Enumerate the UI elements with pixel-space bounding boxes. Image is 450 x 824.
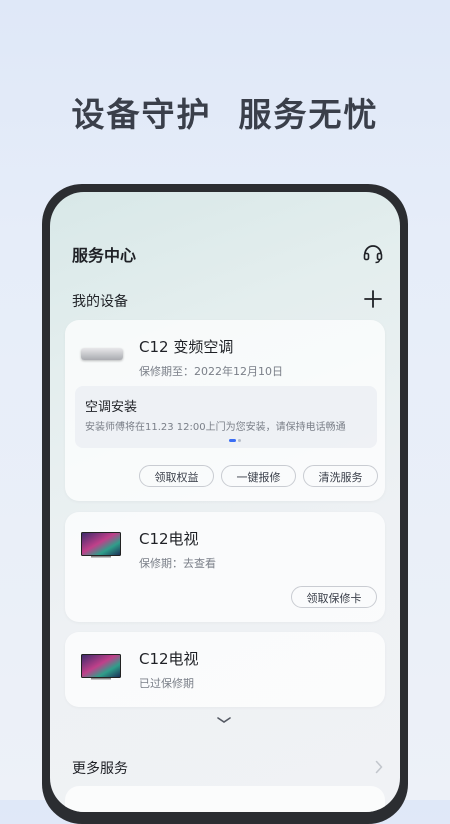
device-warranty: 保修期至：2022年12月10日: [139, 365, 283, 378]
headset-icon[interactable]: [362, 242, 384, 264]
air-conditioner-icon: [81, 348, 123, 360]
device-card-ac[interactable]: C12 变频空调 保修期至：2022年12月10日 空调安装 安装师傅将在11.…: [65, 320, 385, 501]
device-warranty: 已过保修期: [139, 677, 194, 690]
device-name: C12 变频空调: [139, 338, 234, 356]
device-card-tv[interactable]: C12电视 保修期：去查看 领取保修卡: [65, 512, 385, 622]
app-screen: 服务中心 我的设备 C12 变频空调 保修期至：2022年12月10日 空调安装…: [50, 192, 400, 812]
promo-headline: 设备守护 服务无忧: [71, 95, 379, 134]
notice-title: 空调安装: [85, 400, 138, 415]
one-click-repair-button[interactable]: 一键报修: [221, 465, 296, 487]
device-name: C12电视: [139, 650, 199, 668]
device-card-tv-2[interactable]: C12电视 已过保修期: [65, 632, 385, 707]
chevron-right-icon[interactable]: [375, 760, 383, 774]
tv-icon: [81, 654, 121, 680]
expand-chevron-down-icon[interactable]: [216, 715, 232, 725]
carousel-indicator: [229, 439, 243, 458]
page-title: 服务中心: [72, 246, 137, 265]
more-services-card[interactable]: [65, 786, 385, 812]
add-device-plus-icon[interactable]: [362, 288, 384, 310]
tv-icon: [81, 532, 121, 558]
device-warranty[interactable]: 保修期：去查看: [139, 555, 216, 571]
notice-text: 安装师傅将在11.23 12:00上门为您安装，请保持电话畅通: [85, 422, 346, 433]
more-services-title: 更多服务: [72, 761, 128, 777]
claim-benefits-button[interactable]: 领取权益: [139, 465, 214, 487]
device-name: C12电视: [139, 530, 199, 548]
cleaning-service-button[interactable]: 清洗服务: [303, 465, 378, 487]
claim-warranty-card-button[interactable]: 领取保修卡: [291, 586, 377, 608]
my-devices-title: 我的设备: [72, 294, 128, 310]
install-notice[interactable]: 空调安装 安装师傅将在11.23 12:00上门为您安装，请保持电话畅通: [75, 386, 377, 448]
